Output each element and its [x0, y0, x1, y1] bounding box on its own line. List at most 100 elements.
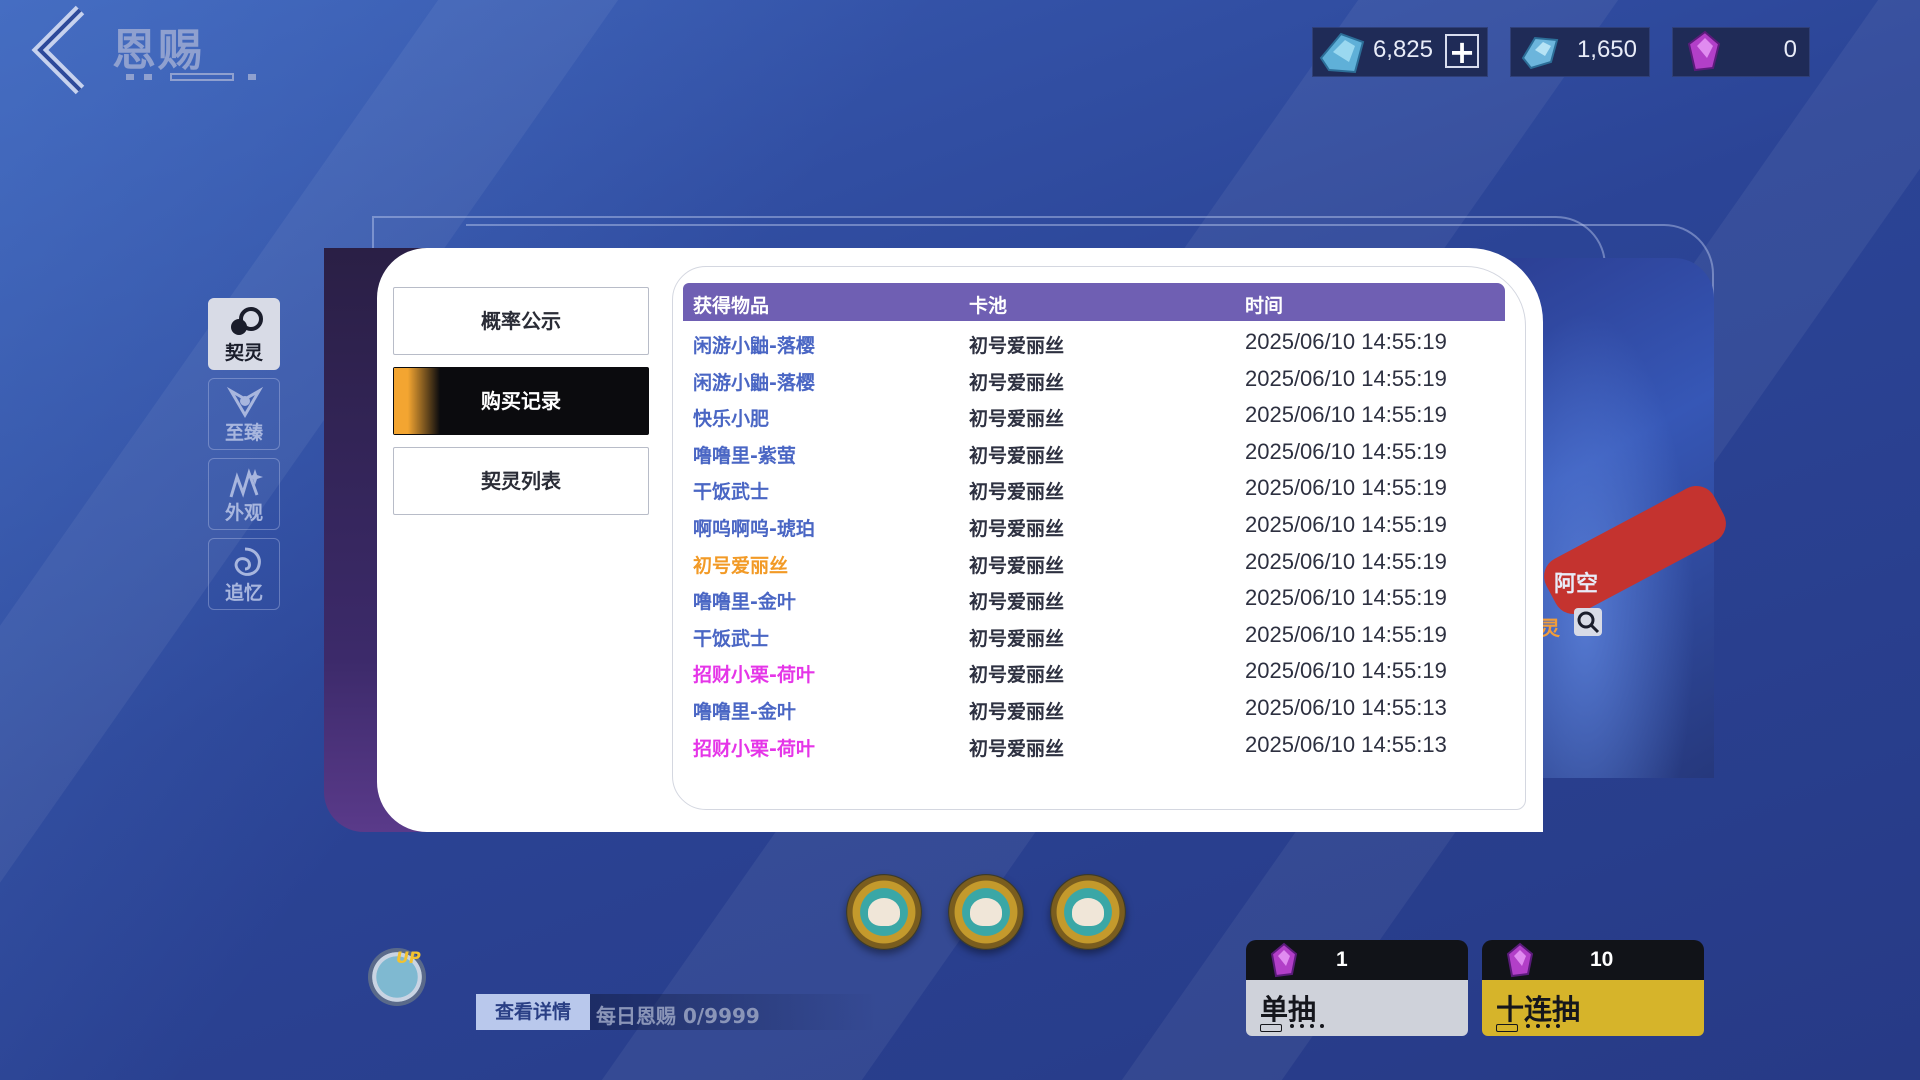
purchase-time: 2025/06/10 14:55:19 [1245, 658, 1447, 684]
purchase-time: 2025/06/10 14:55:19 [1245, 475, 1447, 501]
purchase-time: 2025/06/10 14:55:19 [1245, 512, 1447, 537]
top-bar: 恩赐 6,825 + 1,650 0 [0, 0, 1920, 110]
sidebar-item-label: 外观 [224, 502, 263, 524]
item-name: 噜噜里-紫萤 [693, 444, 796, 467]
table-row: 干饭武士 初号爱丽丝 2025/06/10 14:55:19 [683, 618, 1505, 654]
item-name: 干饭武士 [693, 627, 770, 650]
tab-purchase-history[interactable]: 购买记录 [393, 367, 649, 435]
single-draw-button[interactable]: 1 单抽 [1246, 940, 1468, 1036]
purchase-time: 2025/06/10 14:55:19 [1245, 438, 1447, 464]
search-icon [1577, 611, 1600, 634]
item-name: 噜噜里-金叶 [693, 591, 796, 614]
draw-cost: 1 [1336, 948, 1348, 971]
tab-probability[interactable]: 概率公示 [393, 287, 649, 355]
column-header-time: 时间 [1245, 295, 1284, 317]
pool-name: 初号爱丽丝 [969, 371, 1065, 394]
sidebar-item-label: 至臻 [224, 422, 263, 444]
supreme-icon [226, 386, 264, 418]
column-header-item: 获得物品 [693, 295, 770, 317]
item-name: 招财小栗-荷叶 [693, 737, 815, 759]
item-name: 啊呜啊呜-琥珀 [693, 518, 815, 540]
blue-crystal-icon [1319, 32, 1365, 74]
pool-name: 初号爱丽丝 [969, 554, 1065, 577]
table-row: 初号爱丽丝 初号爱丽丝 2025/06/10 14:55:19 [683, 545, 1505, 581]
table-row: 招财小栗-荷叶 初号爱丽丝 2025/06/10 14:55:19 [683, 654, 1505, 690]
blue-shard-icon [1521, 36, 1559, 70]
pool-name: 初号爱丽丝 [969, 591, 1065, 614]
tab-label: 概率公示 [481, 309, 561, 333]
purchase-time: 2025/06/10 14:55:19 [1245, 365, 1447, 391]
table-row: 闲游小鼬-落樱 初号爱丽丝 2025/06/10 14:55:19 [683, 325, 1505, 361]
decorative-dots [1260, 1022, 1340, 1032]
purchase-time: 2025/06/10 14:55:13 [1245, 731, 1447, 757]
sidebar-item-label: 追忆 [224, 582, 263, 604]
table-row: 干饭武士 初号爱丽丝 2025/06/10 14:55:19 [683, 471, 1505, 507]
magnify-button[interactable] [1574, 608, 1602, 636]
pool-name: 初号爱丽丝 [969, 518, 1065, 540]
add-currency-button[interactable]: + [1445, 34, 1479, 68]
table-row: 啊呜啊呜-琥珀 初号爱丽丝 2025/06/10 14:55:19 [683, 508, 1505, 544]
tab-spirit-list[interactable]: 契灵列表 [393, 447, 649, 515]
table-row: 快乐小肥 初号爱丽丝 2025/06/10 14:55:19 [683, 398, 1505, 434]
view-details-button[interactable]: 查看详情 [476, 994, 590, 1030]
purple-gem-icon [1506, 942, 1534, 978]
purchase-time: 2025/06/10 14:55:19 [1245, 402, 1447, 428]
appearance-icon [229, 468, 263, 498]
currency-value: 6,825 [1372, 36, 1433, 63]
title-decoration [126, 72, 256, 84]
sidebar-item-supreme[interactable]: 至臻 [208, 378, 280, 450]
tab-label: 购买记录 [481, 389, 561, 413]
table-row: 闲游小鼬-落樱 初号爱丽丝 2025/06/10 14:55:19 [683, 362, 1505, 398]
item-name: 招财小栗-荷叶 [693, 664, 815, 687]
page-title: 恩赐 [112, 25, 204, 76]
tab-label: 契灵列表 [481, 469, 561, 493]
sidebar-item-memory[interactable]: 追忆 [208, 538, 280, 610]
currency-blue-shard: 1,650 [1510, 27, 1650, 77]
purchase-time: 2025/06/10 14:55:19 [1245, 621, 1447, 647]
table-header: 获得物品 卡池 时间 [683, 283, 1505, 321]
sidebar-item-contract-spirit[interactable]: 契灵 [208, 298, 280, 370]
purchase-time: 2025/06/10 14:55:19 [1245, 585, 1447, 611]
pool-name: 初号爱丽丝 [969, 664, 1065, 687]
table-row: 噜噜里-紫萤 初号爱丽丝 2025/06/10 14:55:19 [683, 435, 1505, 471]
column-header-pool: 卡池 [969, 295, 1008, 317]
character-tag: 灵 [1540, 616, 1560, 640]
currency-blue-crystal: 6,825 + [1312, 27, 1488, 77]
draw-token [1050, 874, 1126, 950]
sidebar-item-label: 契灵 [224, 342, 263, 364]
table-row: 招财小栗-荷叶 初号爱丽丝 2025/06/10 14:55:13 [683, 728, 1505, 759]
currency-value: 1,650 [1576, 36, 1637, 63]
draw-token [846, 874, 922, 950]
purchase-time: 2025/06/10 14:55:19 [1245, 329, 1447, 354]
item-name: 初号爱丽丝 [693, 554, 789, 577]
pool-name: 初号爱丽丝 [969, 701, 1065, 723]
ten-draw-button[interactable]: 10 十连抽 [1482, 940, 1704, 1036]
table-row: 噜噜里-金叶 初号爱丽丝 2025/06/10 14:55:13 [683, 691, 1505, 727]
pool-name: 初号爱丽丝 [969, 335, 1065, 357]
table-row: 噜噜里-金叶 初号爱丽丝 2025/06/10 14:55:19 [683, 581, 1505, 617]
item-name: 闲游小鼬-落樱 [693, 335, 815, 357]
pool-name: 初号爱丽丝 [969, 408, 1065, 431]
sidebar-item-appearance[interactable]: 外观 [208, 458, 280, 530]
decorative-dots [1496, 1022, 1576, 1032]
pool-name: 初号爱丽丝 [969, 444, 1065, 467]
character-name: 阿空 [1554, 572, 1599, 597]
pool-name: 初号爱丽丝 [969, 627, 1065, 650]
contract-spirit-icon [231, 307, 263, 335]
item-name: 噜噜里-金叶 [693, 701, 796, 723]
draw-cost: 10 [1590, 948, 1614, 971]
currency-purple-gem: 0 [1672, 27, 1810, 77]
history-list[interactable]: 闲游小鼬-落樱 初号爱丽丝 2025/06/10 14:55:19 闲游小鼬-落樱 初号… [683, 325, 1505, 759]
item-name: 干饭武士 [693, 481, 770, 504]
item-name: 闲游小鼬-落樱 [693, 371, 815, 394]
pool-name: 初号爱丽丝 [969, 737, 1065, 759]
up-badge: UP [396, 948, 421, 967]
memory-icon [234, 547, 261, 576]
chevron-left-icon [31, 5, 85, 95]
purple-gem-icon [1687, 30, 1721, 72]
draw-token [948, 874, 1024, 950]
purchase-time: 2025/06/10 14:55:19 [1245, 548, 1447, 574]
daily-limit-text: 每日恩赐 0/9999 [596, 1004, 760, 1028]
purchase-time: 2025/06/10 14:55:13 [1245, 695, 1447, 720]
back-button[interactable] [22, 4, 94, 96]
